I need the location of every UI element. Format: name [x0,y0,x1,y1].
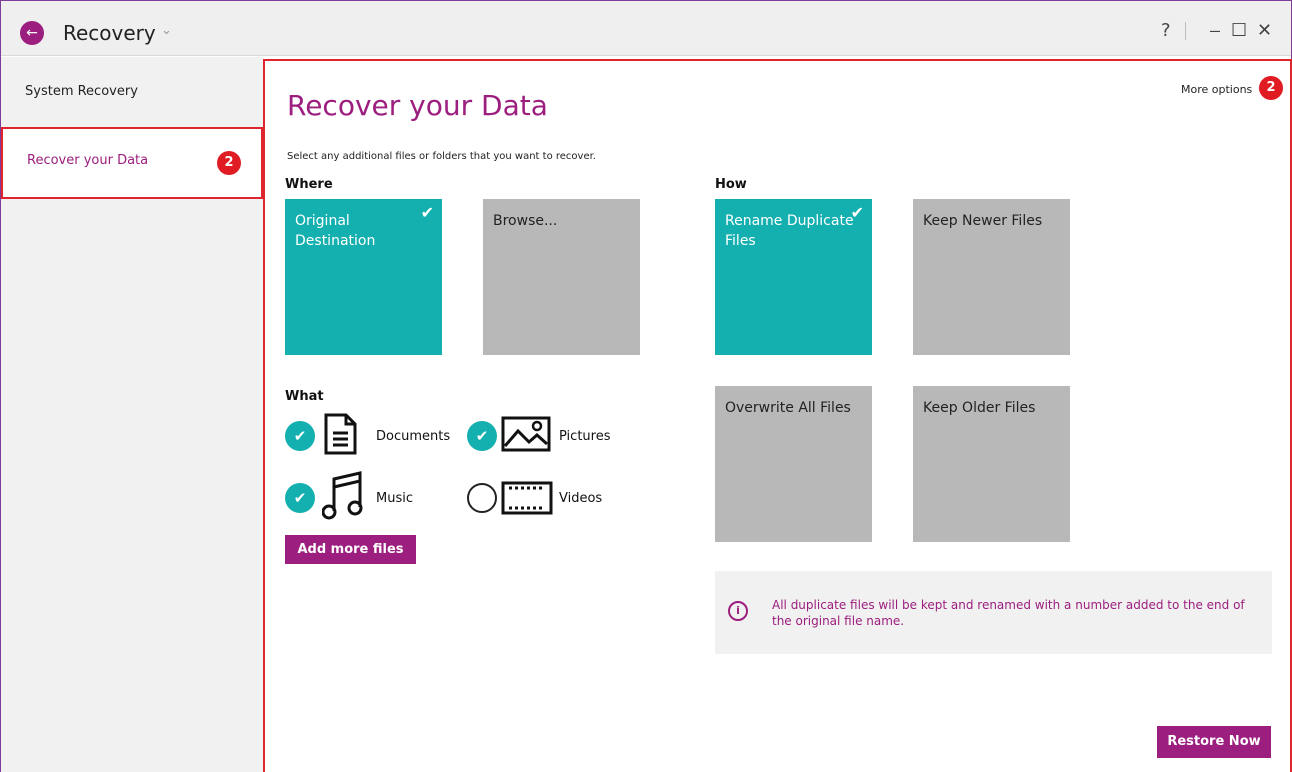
tile-label: Overwrite All Files [725,400,851,416]
film-icon [501,481,553,515]
close-button[interactable]: ✕ [1257,19,1272,43]
app-title: Recovery [63,21,156,45]
sidebar-item-system-recovery[interactable]: System Recovery [1,81,263,105]
what-item-documents[interactable]: ✔ Documents [285,407,465,457]
tile-rename-duplicate-files[interactable]: Rename Duplicate Files ✔ [715,199,872,355]
sidebar-item-label: Recover your Data [27,153,149,168]
restore-now-button[interactable]: Restore Now [1157,726,1271,758]
where-label: Where [285,177,333,192]
document-icon [324,413,357,455]
what-item-label: Documents [376,429,451,444]
close-icon: ✕ [1257,20,1273,41]
checkbox-checked[interactable]: ✔ [285,483,315,513]
sidebar: System Recovery Recover your Data 2 [1,57,263,772]
checkbox-unchecked[interactable] [467,483,497,513]
tile-overwrite-all-files[interactable]: Overwrite All Files [715,386,872,542]
tile-label: Rename Duplicate Files [725,213,854,249]
checkmark-icon: ✔ [420,203,434,222]
step-badge: 2 [217,151,241,175]
what-item-pictures[interactable]: ✔ Pictures [467,407,627,457]
more-options-badge: 2 [1259,76,1283,100]
tile-keep-older-files[interactable]: Keep Older Files [913,386,1070,542]
tile-browse[interactable]: Browse... [483,199,640,355]
title-bar: ← Recovery ⌄ ? — ☐ ✕ [1,1,1291,56]
more-options-link[interactable]: More options [1181,83,1252,96]
back-button[interactable]: ← [20,21,44,45]
page-title: Recover your Data [287,89,548,122]
what-item-videos[interactable]: Videos [467,469,627,523]
maximize-button[interactable]: ☐ [1231,19,1247,43]
tile-label: Original Destination [295,213,376,249]
how-label: How [715,177,747,192]
divider [1185,22,1186,40]
what-item-label: Videos [559,491,603,506]
info-text: All duplicate files will be kept and ren… [772,598,1245,628]
music-icon [322,471,363,520]
minimize-button[interactable]: — [1207,19,1223,43]
tile-label: Keep Newer Files [923,213,1043,229]
add-more-files-button[interactable]: Add more files [285,535,416,564]
what-item-music[interactable]: ✔ Music [285,469,465,523]
tile-label: Keep Older Files [923,400,1036,416]
sidebar-item-label: System Recovery [25,84,138,99]
chevron-down-icon[interactable]: ⌄ [161,23,172,38]
picture-icon [501,416,551,452]
help-button[interactable]: ? [1161,19,1171,43]
info-icon: i [728,601,748,621]
page-subtitle: Select any additional files or folders t… [287,151,596,162]
checkbox-checked[interactable]: ✔ [285,421,315,451]
sidebar-item-recover-your-data[interactable]: Recover your Data 2 [1,127,263,199]
what-item-label: Music [376,491,413,506]
maximize-icon: ☐ [1231,20,1248,41]
checkbox-checked[interactable]: ✔ [467,421,497,451]
tile-label: Browse... [493,213,558,229]
main-panel: Recover your Data Select any additional … [263,59,1292,772]
minimize-icon: — [1209,21,1221,40]
tile-original-destination[interactable]: Original Destination ✔ [285,199,442,355]
arrow-left-icon: ← [26,25,38,41]
tile-keep-newer-files[interactable]: Keep Newer Files [913,199,1070,355]
recovery-window: ← Recovery ⌄ ? — ☐ ✕ System Recovery Rec… [0,0,1292,772]
checkmark-icon: ✔ [850,203,864,222]
what-item-label: Pictures [559,429,611,444]
info-box: i All duplicate files will be kept and r… [715,571,1272,654]
what-label: What [285,389,324,404]
